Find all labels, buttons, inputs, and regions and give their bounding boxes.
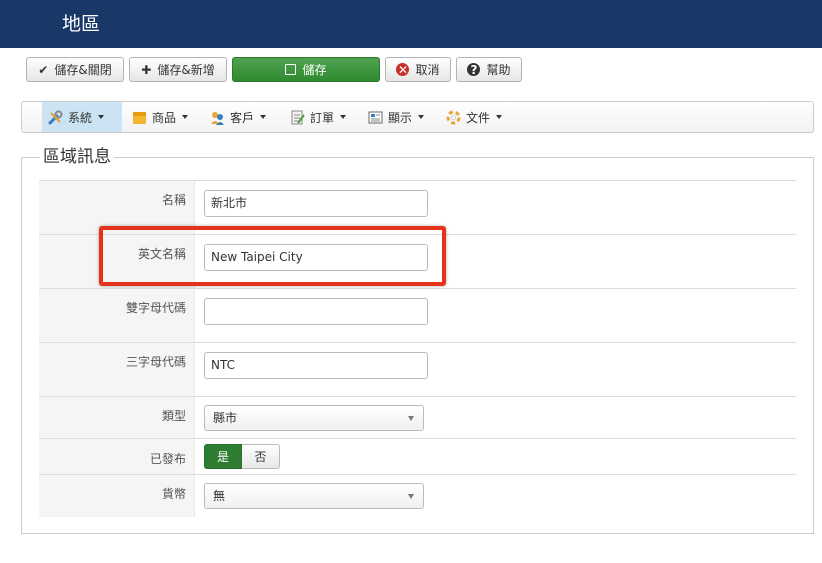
label-cell: 雙字母代碼: [39, 289, 195, 342]
header-bar: 地區: [0, 0, 822, 48]
page-title: 地區: [62, 13, 101, 35]
fieldset-legend: 區域訊息: [40, 146, 114, 168]
form-row-currency: 貨幣 無: [39, 474, 796, 517]
currency-label: 貨幣: [161, 487, 186, 501]
form-row-english-name: 英文名稱 New Taipei City: [39, 234, 796, 288]
menu-item-orders[interactable]: 訂單: [284, 102, 352, 132]
english-name-label: 英文名稱: [137, 247, 186, 261]
caret-down-icon: [418, 115, 425, 119]
label-cell: 英文名稱: [39, 235, 195, 288]
save-close-label: 儲存&關閉: [54, 63, 112, 77]
cancel-icon: ✕: [396, 62, 410, 77]
product-icon: [132, 110, 147, 125]
tools-icon: [48, 110, 63, 125]
label-cell: 已發布: [39, 439, 195, 474]
three-letter-code-input[interactable]: NTC: [204, 352, 428, 379]
two-letter-code-label: 雙字母代碼: [125, 301, 186, 315]
plus-icon: ✚: [141, 62, 152, 77]
label-cell: 貨幣: [39, 475, 195, 517]
question-icon: ?: [467, 63, 481, 76]
cancel-button[interactable]: ✕ 取消: [385, 57, 451, 82]
save-close-button[interactable]: ✔ 儲存&關閉: [26, 57, 124, 82]
name-label: 名稱: [161, 193, 186, 207]
form-row-type: 類型 縣市: [39, 396, 796, 438]
help-label: 幫助: [486, 63, 511, 77]
edit-icon: [285, 64, 297, 75]
main-menu: 系統 商品 客戶 訂單 顯示 文件: [21, 101, 814, 133]
menu-label-customers: 客戶: [230, 110, 255, 125]
order-icon: [290, 110, 305, 125]
form-row-name: 名稱 新北市: [39, 180, 796, 234]
caret-down-icon: [340, 115, 347, 119]
menu-item-documents[interactable]: 文件: [440, 102, 508, 132]
currency-select[interactable]: 無: [204, 483, 424, 509]
menu-item-display[interactable]: 顯示: [362, 102, 430, 132]
caret-down-icon: [182, 115, 189, 119]
caret-down-icon: [496, 115, 503, 119]
type-label: 類型: [161, 409, 186, 423]
help-button[interactable]: ? 幫助: [456, 57, 522, 82]
dropdown-arrow-icon: [408, 416, 414, 421]
form-row-published: 已發布 是 否: [39, 438, 796, 474]
display-icon: [368, 110, 383, 125]
menu-item-system[interactable]: 系統: [42, 102, 122, 132]
published-yes-button[interactable]: 是: [204, 444, 242, 469]
caret-down-icon: [98, 115, 105, 119]
form-row-two-letter-code: 雙字母代碼: [39, 288, 796, 342]
menu-label-display: 顯示: [388, 110, 413, 125]
menu-label-products: 商品: [152, 110, 177, 125]
name-input[interactable]: 新北市: [204, 190, 428, 217]
caret-down-icon: [260, 115, 267, 119]
save-button[interactable]: 儲存: [232, 57, 380, 82]
save-label: 儲存: [302, 63, 327, 77]
cancel-label: 取消: [415, 63, 440, 77]
menu-label-documents: 文件: [466, 110, 491, 125]
three-letter-code-label: 三字母代碼: [125, 355, 186, 369]
toolbar: ✔ 儲存&關閉 ✚ 儲存&新增 儲存 ✕ 取消 ? 幫助: [0, 48, 822, 90]
label-cell: 名稱: [39, 181, 195, 234]
check-icon: ✔: [38, 62, 49, 77]
published-label: 已發布: [149, 452, 186, 466]
menu-label-orders: 訂單: [310, 110, 335, 125]
dropdown-arrow-icon: [408, 494, 414, 499]
published-toggle: 是 否: [204, 444, 280, 469]
english-name-input[interactable]: New Taipei City: [204, 244, 428, 271]
label-cell: 類型: [39, 397, 195, 438]
two-letter-code-input[interactable]: [204, 298, 428, 325]
menu-item-products[interactable]: 商品: [126, 102, 194, 132]
customer-icon: [210, 110, 225, 125]
published-no-button[interactable]: 否: [242, 444, 280, 469]
label-cell: 三字母代碼: [39, 343, 195, 396]
save-new-button[interactable]: ✚ 儲存&新增: [129, 57, 227, 82]
menu-label-system: 系統: [68, 110, 93, 125]
currency-selected-value: 無: [213, 489, 226, 503]
form-row-three-letter-code: 三字母代碼 NTC: [39, 342, 796, 396]
menu-item-customers[interactable]: 客戶: [204, 102, 272, 132]
type-selected-value: 縣市: [213, 411, 238, 425]
document-icon: [446, 110, 461, 125]
type-select[interactable]: 縣市: [204, 405, 424, 431]
save-new-label: 儲存&新增: [157, 63, 215, 77]
